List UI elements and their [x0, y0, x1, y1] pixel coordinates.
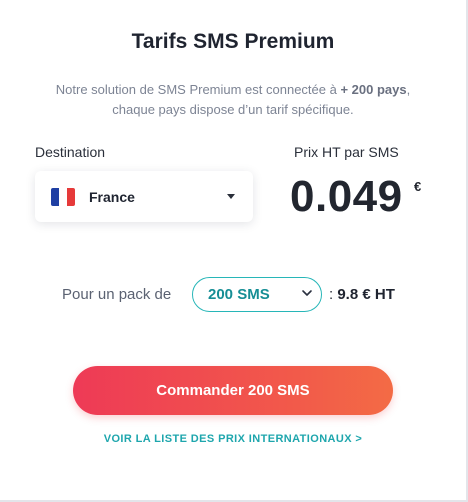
chevron-down-svg — [302, 290, 312, 296]
page-title: Tarifs SMS Premium — [131, 30, 335, 53]
pack-separator: : — [329, 286, 334, 303]
international-prices-link[interactable]: VOIR LA LISTE DES PRIX INTERNATIONAUX > — [0, 433, 466, 445]
pack-select-value: 200 SMS — [208, 286, 270, 303]
caret-down-icon — [227, 194, 235, 199]
pack-total-value: 9.8 € HT — [337, 286, 395, 303]
france-flag-icon — [51, 187, 75, 206]
destination-select[interactable]: France — [35, 171, 253, 222]
order-button[interactable]: Commander 200 SMS — [73, 366, 393, 415]
subtitle-line2: chaque pays dispose d’un tarif spécifiqu… — [112, 102, 354, 117]
destination-value: France — [89, 188, 135, 205]
pack-total: : 9.8 € HT — [329, 286, 395, 303]
price-value: 0.049 — [290, 172, 403, 221]
pricing-card: Tarifs SMS Premium Notre solution de SMS… — [0, 0, 468, 502]
price-label: Prix HT par SMS — [294, 144, 399, 160]
destination-label: Destination — [35, 144, 106, 160]
pack-select[interactable]: 200 SMS — [192, 277, 322, 312]
price-currency: € — [414, 179, 422, 194]
pack-row: Pour un pack de 200 SMS : 9.8 € HT — [0, 277, 466, 313]
subtitle-comma: , — [406, 82, 411, 97]
subtitle: Notre solution de SMS Premium est connec… — [20, 80, 446, 120]
subtitle-text: Notre solution de SMS Premium est connec… — [55, 82, 341, 97]
pack-label: Pour un pack de — [62, 286, 172, 303]
chevron-down-icon — [301, 287, 313, 302]
subtitle-country-count: + 200 pays — [340, 82, 407, 97]
